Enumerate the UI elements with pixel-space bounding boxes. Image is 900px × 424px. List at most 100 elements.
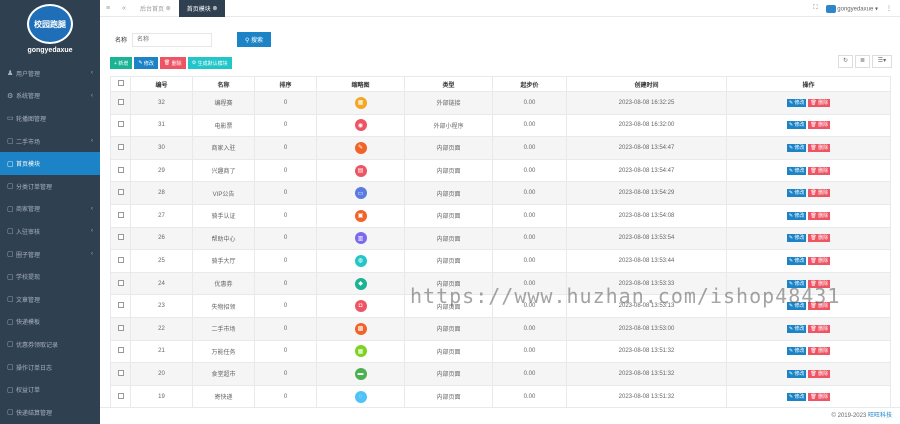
row-edit-button[interactable]: ✎ 修改 xyxy=(786,98,807,107)
app-logo[interactable]: 校园跑腿 xyxy=(27,4,73,44)
sidebar-item[interactable]: ▢ 圈子管理 ‹ xyxy=(0,243,100,266)
row-edit-button[interactable]: ✎ 修改 xyxy=(786,347,807,356)
row-delete-button[interactable]: 🗑 删除 xyxy=(808,392,831,401)
row-delete-button[interactable]: 🗑 删除 xyxy=(808,121,831,130)
columns-icon[interactable]: ☰▾ xyxy=(872,55,892,68)
table-row[interactable]: 32 编程赛 0 ▦ 外部链接 0.00 2023-08-08 16:32:25 ✎ 修改 🗑 … xyxy=(110,91,891,115)
edit-button[interactable]: ✎ 修改 xyxy=(134,57,158,69)
table-row[interactable]: 24 优惠券 0 ◆ 内部页面 0.00 2023-08-08 13:53:33 ✎ 修改 🗑 … xyxy=(110,271,891,296)
row-checkbox[interactable] xyxy=(117,369,124,376)
generate-default-modules-button[interactable]: ⚙ 生成默认模块 xyxy=(187,57,232,69)
module-thumbnail-icon[interactable]: ◌ xyxy=(354,390,367,403)
module-thumbnail-icon[interactable]: ▤ xyxy=(354,164,367,177)
row-edit-button[interactable]: ✎ 修改 xyxy=(786,121,807,130)
name-search-input[interactable] xyxy=(132,32,213,47)
column-header-id[interactable]: 编号 xyxy=(130,76,193,92)
row-checkbox[interactable] xyxy=(117,256,124,263)
row-edit-button[interactable]: ✎ 修改 xyxy=(786,279,807,288)
row-delete-button[interactable]: 🗑 删除 xyxy=(808,98,831,107)
row-checkbox[interactable] xyxy=(117,324,124,331)
row-delete-button[interactable]: 🗑 删除 xyxy=(808,279,831,288)
row-checkbox[interactable] xyxy=(117,98,124,105)
sidebar-item[interactable]: ▢ 快递结算管理 xyxy=(0,401,100,424)
sidebar-item[interactable]: ▢ 学校提现 xyxy=(0,265,100,288)
column-header-name[interactable]: 名称 xyxy=(192,76,255,92)
table-row[interactable]: 21 万能任务 0 ▦ 内部页面 0.00 2023-08-08 13:51:32 ✎ 修改 🗑… xyxy=(110,339,891,364)
row-select-cell[interactable] xyxy=(110,294,131,318)
sidebar-item[interactable]: ▢ 优惠券领取记录 xyxy=(0,333,100,356)
module-thumbnail-icon[interactable]: ▦ xyxy=(354,345,367,358)
table-row[interactable]: 23 失物招领 0 ◘ 内部页面 0.00 2023-08-08 13:53:13 ✎ 修改 🗑… xyxy=(110,294,891,318)
row-delete-button[interactable]: 🗑 删除 xyxy=(808,189,831,198)
table-row[interactable]: 30 商家入驻 0 ✎ 内部页面 0.00 2023-08-08 13:54:47 ✎ 修改 🗑… xyxy=(110,136,891,160)
module-thumbnail-icon[interactable]: ▦ xyxy=(354,96,367,109)
row-select-cell[interactable] xyxy=(110,136,131,160)
row-select-cell[interactable] xyxy=(110,158,131,183)
row-edit-button[interactable]: ✎ 修改 xyxy=(786,143,807,152)
table-row[interactable]: 31 电影票 0 ◉ 外部小程序 0.00 2023-08-08 16:32:00 ✎ 修改 🗑… xyxy=(110,113,891,138)
row-delete-button[interactable]: 🗑 删除 xyxy=(808,369,831,378)
sidebar-item[interactable]: ⚙ 系统管理 ‹ xyxy=(0,85,100,108)
row-edit-button[interactable]: ✎ 修改 xyxy=(786,211,807,220)
module-thumbnail-icon[interactable]: ▬ xyxy=(354,367,367,380)
sidebar-item[interactable]: ▢ 入驻审核 ‹ xyxy=(0,220,100,243)
row-edit-button[interactable]: ✎ 修改 xyxy=(786,369,807,378)
row-select-cell[interactable] xyxy=(110,384,131,409)
table-row[interactable]: 25 骑手大厅 0 ◍ 内部页面 0.00 2023-08-08 13:53:44 ✎ 修改 🗑… xyxy=(110,249,891,273)
company-link[interactable]: 旺旺科技 xyxy=(868,413,892,419)
table-row[interactable]: 22 二手市场 0 ▩ 内部页面 0.00 2023-08-08 13:53:00 ✎ 修改 🗑… xyxy=(110,316,891,341)
row-edit-button[interactable]: ✎ 修改 xyxy=(786,166,807,175)
close-icon[interactable]: ⊗ xyxy=(166,5,171,12)
row-select-cell[interactable] xyxy=(110,91,131,115)
row-edit-button[interactable]: ✎ 修改 xyxy=(786,256,807,265)
table-row[interactable]: 19 寄快递 0 ◌ 内部页面 0.00 2023-08-08 13:51:32 ✎ 修改 🗑 … xyxy=(110,384,891,409)
toggle-view-icon[interactable]: ≣ xyxy=(855,55,870,68)
sidebar-item[interactable]: ▭ 轮播图管理 xyxy=(0,107,100,130)
column-header-price[interactable]: 起步价 xyxy=(492,76,567,92)
row-checkbox[interactable] xyxy=(117,234,124,241)
module-thumbnail-icon[interactable]: ✎ xyxy=(354,141,367,154)
table-row[interactable]: 28 VIP公告 0 ▭ 内部页面 0.00 2023-08-08 13:54:29 ✎ 修改… xyxy=(110,181,891,205)
sidebar-item[interactable]: ▢ 商家管理 ‹ xyxy=(0,198,100,221)
module-thumbnail-icon[interactable]: ▣ xyxy=(354,209,367,222)
user-menu[interactable]: gongyedaxue ▾ xyxy=(825,4,878,13)
more-icon[interactable]: ⋮ xyxy=(886,5,892,12)
add-button[interactable]: + 新增 xyxy=(110,57,133,69)
search-button[interactable]: ⚲ 搜索 xyxy=(237,32,272,47)
select-all-checkbox[interactable] xyxy=(117,80,124,86)
delete-button[interactable]: 🗑 删除 xyxy=(159,57,186,69)
row-delete-button[interactable]: 🗑 删除 xyxy=(808,143,831,152)
row-checkbox[interactable] xyxy=(117,189,124,196)
row-select-cell[interactable] xyxy=(110,316,131,341)
row-delete-button[interactable]: 🗑 删除 xyxy=(808,234,831,243)
sidebar-item[interactable]: ▢ 首页模块 xyxy=(0,152,100,175)
row-delete-button[interactable]: 🗑 删除 xyxy=(808,347,831,356)
row-checkbox[interactable] xyxy=(117,302,124,309)
row-edit-button[interactable]: ✎ 修改 xyxy=(786,234,807,243)
row-edit-button[interactable]: ✎ 修改 xyxy=(786,324,807,333)
sidebar-item[interactable]: ▢ 文章管理 xyxy=(0,288,100,311)
sidebar-item[interactable]: ▢ 权益订单 xyxy=(0,378,100,401)
sidebar-item[interactable]: ▢ 二手市场 ‹ xyxy=(0,130,100,153)
column-header-created[interactable]: 创建时间 xyxy=(566,76,727,92)
module-thumbnail-icon[interactable]: ◘ xyxy=(354,300,367,313)
module-thumbnail-icon[interactable]: ◆ xyxy=(354,277,367,290)
sidebar-item[interactable]: ♟ 用户管理 ‹ xyxy=(0,62,100,85)
module-thumbnail-icon[interactable]: ◉ xyxy=(354,119,367,132)
table-row[interactable]: 20 食堂超市 0 ▬ 内部页面 0.00 2023-08-08 13:51:32 ✎ 修改 🗑… xyxy=(110,362,891,386)
row-edit-button[interactable]: ✎ 修改 xyxy=(786,302,807,311)
sidebar-item[interactable]: ▢ 分类订单管理 xyxy=(0,175,100,198)
menu-toggle-icon[interactable]: ≡ xyxy=(100,5,116,12)
module-thumbnail-icon[interactable]: ▭ xyxy=(354,187,367,200)
table-row[interactable]: 29 兴趣商了 0 ▤ 内部页面 0.00 2023-08-08 13:54:47 ✎ 修改 🗑… xyxy=(110,158,891,183)
sidebar-item[interactable]: ▢ 操作订单日志 xyxy=(0,356,100,379)
tab-scroll-left-icon[interactable]: « xyxy=(116,5,132,12)
module-thumbnail-icon[interactable]: ▥ xyxy=(354,232,367,245)
row-checkbox[interactable] xyxy=(117,166,124,173)
tab-home-modules[interactable]: 首页模块 ⊗ xyxy=(178,0,226,17)
column-header-sort[interactable]: 排序 xyxy=(254,76,317,92)
row-delete-button[interactable]: 🗑 删除 xyxy=(808,211,831,220)
sidebar-item[interactable]: ▢ 快递模板 xyxy=(0,311,100,334)
refresh-icon[interactable]: ↻ xyxy=(838,55,853,68)
row-checkbox[interactable] xyxy=(117,143,124,150)
